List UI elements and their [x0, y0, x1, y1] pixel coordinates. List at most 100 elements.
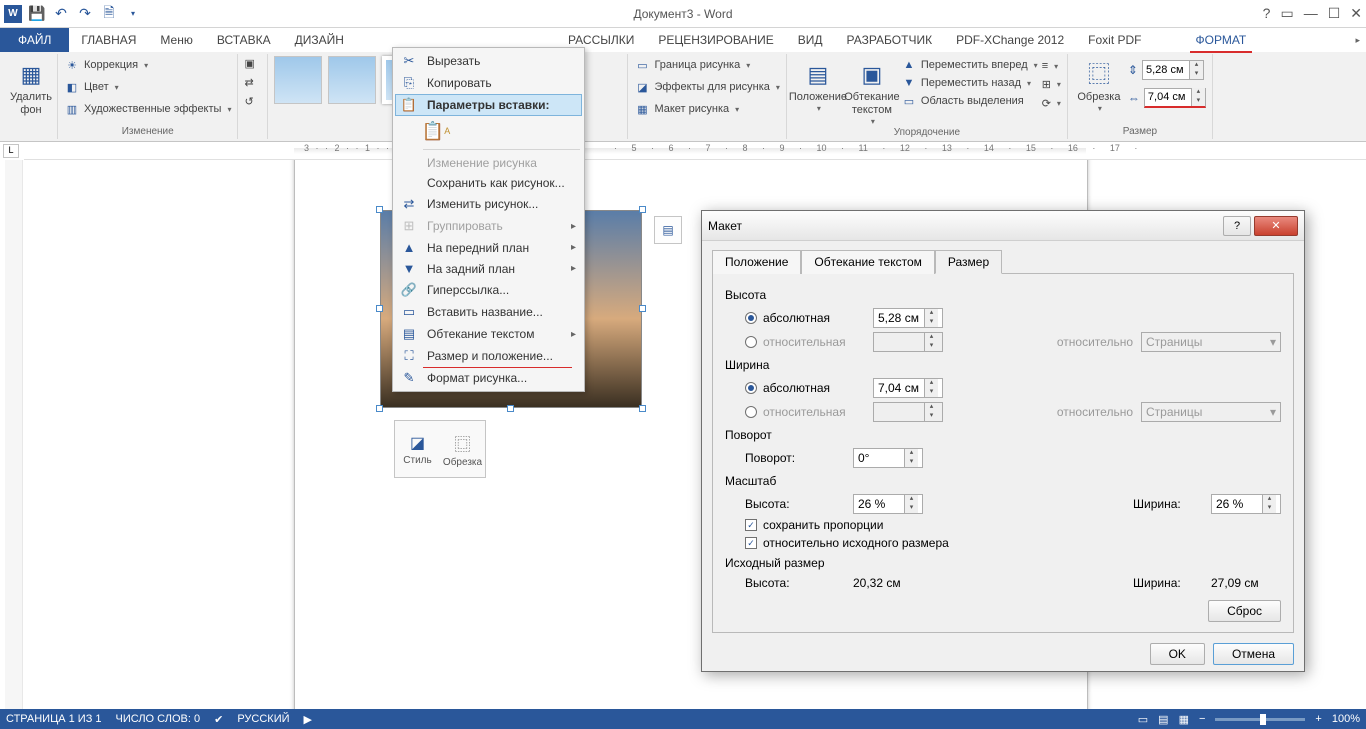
- tab-insert[interactable]: ВСТАВКА: [205, 28, 283, 52]
- width-input[interactable]: 7,04 см▴▾: [1144, 88, 1206, 108]
- resize-handle-w[interactable]: [376, 305, 383, 312]
- remove-bg-button[interactable]: ▦ Удалить фон: [6, 56, 56, 117]
- mini-crop-button[interactable]: ⿴Обрезка: [440, 421, 485, 477]
- ctx-wrap-text[interactable]: ▤Обтекание текстом▸: [395, 323, 582, 345]
- redo-icon[interactable]: ↷: [76, 5, 94, 23]
- language-indicator[interactable]: РУССКИЙ: [237, 713, 289, 725]
- layout-options-button[interactable]: ▤: [654, 216, 682, 244]
- send-backward-button[interactable]: ▼Переместить назад▾: [901, 74, 1038, 92]
- reset-pic-icon[interactable]: ↺: [244, 94, 253, 109]
- spellcheck-icon[interactable]: ✔: [214, 713, 223, 726]
- word-count[interactable]: ЧИСЛО СЛОВ: 0: [116, 713, 201, 725]
- macro-icon[interactable]: ▶: [304, 713, 312, 726]
- tab-review[interactable]: РЕЦЕНЗИРОВАНИЕ: [646, 28, 785, 52]
- height-relative-radio[interactable]: относительная: [745, 335, 865, 349]
- mini-style-button[interactable]: ◪Стиль: [395, 421, 440, 477]
- vertical-ruler[interactable]: [5, 160, 23, 709]
- resize-handle-sw[interactable]: [376, 405, 383, 412]
- tab-foxit[interactable]: Foxit PDF: [1076, 28, 1153, 52]
- width-relative-radio[interactable]: относительная: [745, 405, 865, 419]
- tab-selector[interactable]: L: [3, 144, 19, 158]
- ctx-size-position[interactable]: ⛶Размер и положение...: [395, 345, 582, 367]
- tab-file[interactable]: ФАЙЛ: [0, 28, 69, 52]
- dialog-tab-wrap[interactable]: Обтекание текстом: [801, 250, 934, 274]
- change-pic-icon[interactable]: ⇄: [244, 75, 253, 90]
- zoom-slider[interactable]: [1215, 718, 1305, 721]
- reset-button[interactable]: Сброс: [1208, 600, 1281, 622]
- view-print-icon[interactable]: ▤: [1158, 713, 1168, 726]
- ctx-bring-front[interactable]: ▲На передний план▸: [395, 237, 582, 258]
- rotate-icon[interactable]: ⟳▾: [1042, 96, 1061, 111]
- style-thumb-1[interactable]: [274, 56, 322, 104]
- rotation-input[interactable]: ▴▾: [853, 448, 923, 468]
- dialog-tab-position[interactable]: Положение: [712, 250, 801, 274]
- cancel-button[interactable]: Отмена: [1213, 643, 1294, 665]
- style-thumb-2[interactable]: [328, 56, 376, 104]
- width-absolute-input[interactable]: ▴▾: [873, 378, 943, 398]
- tab-pdfxchange[interactable]: PDF-XChange 2012: [944, 28, 1076, 52]
- tab-design[interactable]: ДИЗАЙН: [283, 28, 356, 52]
- width-absolute-radio[interactable]: абсолютная: [745, 381, 865, 395]
- help-icon[interactable]: ?: [1263, 5, 1271, 22]
- compress-icon[interactable]: ▣: [244, 56, 254, 71]
- ctx-insert-caption[interactable]: ▭Вставить название...: [395, 301, 582, 323]
- ok-button[interactable]: OK: [1150, 643, 1205, 665]
- zoom-plus-icon[interactable]: +: [1315, 713, 1321, 725]
- scale-height-input[interactable]: ▴▾: [853, 494, 923, 514]
- height-absolute-input[interactable]: ▴▾: [873, 308, 943, 328]
- color-button[interactable]: ◧Цвет▾: [64, 78, 119, 96]
- lock-aspect-checkbox[interactable]: сохранить пропорции: [745, 518, 883, 532]
- ribbon-options-icon[interactable]: ▭: [1280, 5, 1293, 22]
- ctx-copy[interactable]: ⎘Копировать: [395, 72, 582, 94]
- close-icon[interactable]: ✕: [1350, 5, 1362, 22]
- new-doc-icon[interactable]: 🗎: [100, 5, 118, 23]
- tab-format[interactable]: ФОРМАТ: [1184, 28, 1259, 52]
- scale-width-input[interactable]: ▴▾: [1211, 494, 1281, 514]
- dialog-tab-size[interactable]: Размер: [935, 250, 1002, 274]
- view-web-icon[interactable]: ▦: [1179, 713, 1189, 726]
- view-readmode-icon[interactable]: ▭: [1138, 713, 1148, 726]
- bring-forward-button[interactable]: ▲Переместить вперед▾: [901, 56, 1038, 74]
- crop-button[interactable]: ⿴Обрезка▾: [1074, 56, 1124, 114]
- tab-view[interactable]: ВИД: [786, 28, 835, 52]
- zoom-level[interactable]: 100%: [1332, 713, 1360, 725]
- picture-effects-button[interactable]: ◪Эффекты для рисунка▾: [634, 78, 779, 96]
- zoom-minus-icon[interactable]: −: [1199, 713, 1205, 725]
- undo-icon[interactable]: ↶: [52, 5, 70, 23]
- dialog-titlebar[interactable]: Макет ? ✕: [702, 211, 1304, 241]
- height-input[interactable]: 5,28 см▴▾: [1142, 60, 1204, 80]
- height-absolute-radio[interactable]: абсолютная: [745, 311, 865, 325]
- ribbon-nav-next-icon[interactable]: ▸: [1349, 35, 1366, 46]
- resize-handle-e[interactable]: [639, 305, 646, 312]
- corrections-button[interactable]: ☀Коррекция▾: [64, 56, 148, 74]
- tab-home[interactable]: ГЛАВНАЯ: [69, 28, 148, 52]
- ctx-cut[interactable]: ✂Вырезать: [395, 50, 582, 72]
- ctx-save-as-picture[interactable]: Сохранить как рисунок...: [395, 173, 582, 193]
- save-icon[interactable]: 💾: [28, 5, 46, 23]
- minimize-icon[interactable]: —: [1304, 5, 1318, 22]
- ctx-change-picture[interactable]: ⇄Изменить рисунок...: [395, 193, 582, 215]
- resize-handle-nw[interactable]: [376, 206, 383, 213]
- picture-border-button[interactable]: ▭Граница рисунка▾: [634, 56, 750, 74]
- group-icon[interactable]: ⊞▾: [1042, 77, 1061, 92]
- ctx-hyperlink[interactable]: 🔗Гиперссылка...: [395, 279, 582, 301]
- qat-dropdown-icon[interactable]: ▾: [124, 5, 142, 23]
- tab-developer[interactable]: РАЗРАБОТЧИК: [835, 28, 945, 52]
- ctx-send-back[interactable]: ▼На задний план▸: [395, 258, 582, 279]
- wrap-text-button[interactable]: ▣Обтекание текстом▾: [847, 56, 897, 127]
- align-icon[interactable]: ≡▾: [1042, 59, 1061, 73]
- position-button[interactable]: ▤Положение▾: [793, 56, 843, 114]
- dialog-close-button[interactable]: ✕: [1254, 216, 1298, 236]
- page-indicator[interactable]: СТРАНИЦА 1 ИЗ 1: [6, 713, 102, 725]
- dialog-help-button[interactable]: ?: [1223, 216, 1251, 236]
- paste-option-icon[interactable]: 📋A: [423, 118, 449, 144]
- selection-pane-button[interactable]: ▭Область выделения: [901, 92, 1038, 110]
- resize-handle-ne[interactable]: [639, 206, 646, 213]
- horizontal-ruler[interactable]: 3 · · 2 · · 1 · · · 5 · 6 · 7 · 8 · 9 · …: [24, 142, 1366, 160]
- relative-original-checkbox[interactable]: относительно исходного размера: [745, 536, 949, 550]
- ctx-format-picture[interactable]: ✎Формат рисунка...: [395, 367, 582, 389]
- maximize-icon[interactable]: ☐: [1328, 5, 1341, 22]
- tab-menu[interactable]: Меню: [148, 28, 204, 52]
- artistic-effects-button[interactable]: ▥Художественные эффекты▾: [64, 100, 231, 118]
- resize-handle-s[interactable]: [507, 405, 514, 412]
